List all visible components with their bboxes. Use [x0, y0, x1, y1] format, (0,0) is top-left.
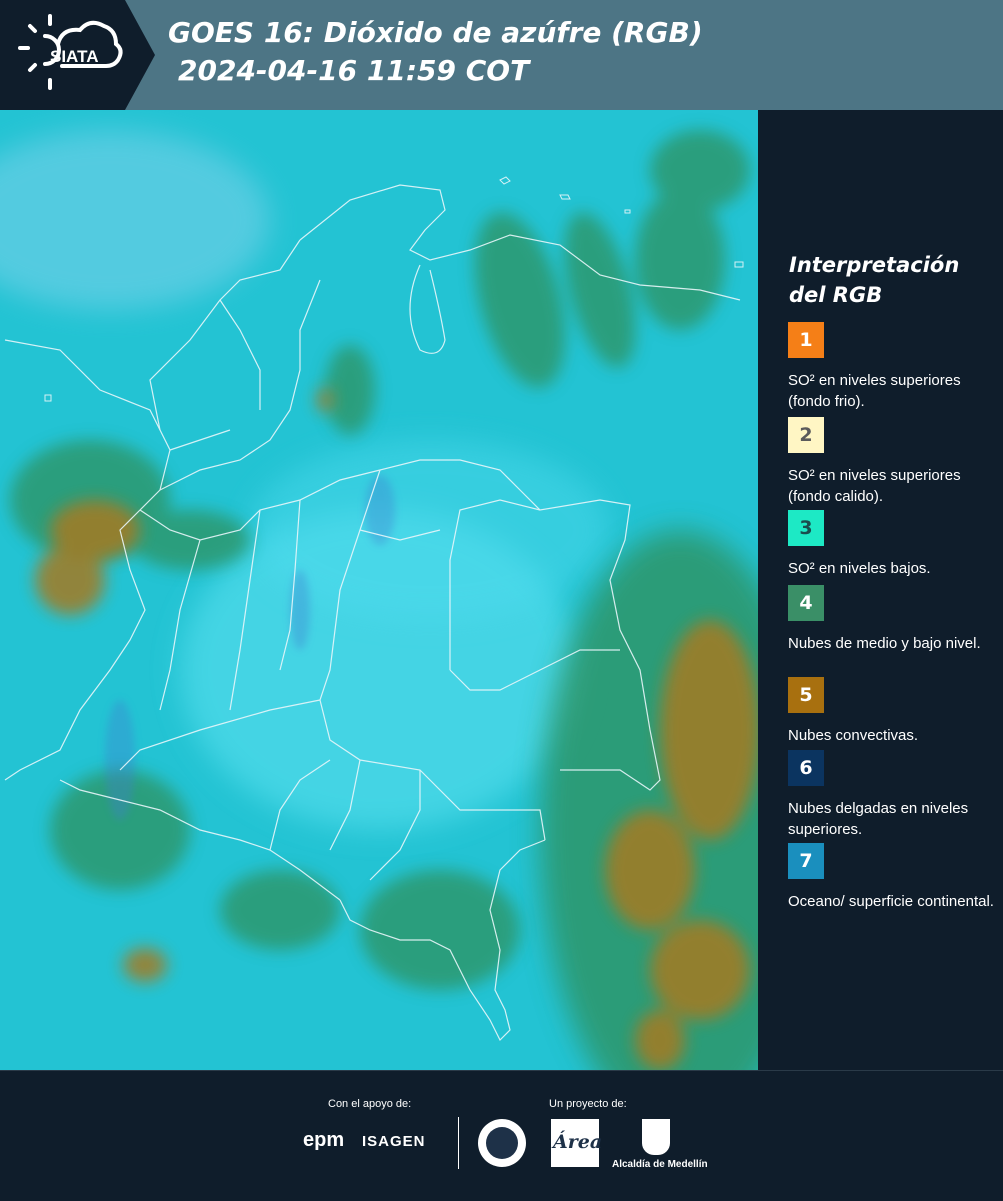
legend-swatch-5: 5: [788, 677, 824, 713]
legend-swatch-2: 2: [788, 417, 824, 453]
page-title: GOES 16: Dióxido de azúfre (RGB) 2024-04-…: [168, 14, 703, 90]
title-line-2: 2024-04-16 11:59 COT: [178, 54, 530, 87]
legend-item-5: 5 Nubes convectivas.: [788, 677, 1000, 746]
legend-label-3: SO² en niveles bajos.: [788, 560, 931, 577]
legend-swatch-6: 6: [788, 750, 824, 786]
legend-swatch-7: 7: [788, 843, 824, 879]
legend-title-line-2: del RGB: [789, 283, 883, 307]
project-label: Un proyecto de:: [549, 1098, 627, 1110]
epm-logo[interactable]: epm: [303, 1129, 344, 1152]
legend-label-2: SO² en niveles superiores (fondo calido)…: [788, 467, 961, 505]
legend-label-5: Nubes convectivas.: [788, 727, 919, 744]
legend-label-7: Oceano/ superficie continental.: [788, 893, 994, 910]
legend-title-line-1: Interpretación: [789, 253, 960, 277]
legend-swatch-4: 4: [788, 585, 824, 621]
legend-item-2: 2 SO² en niveles superiores (fondo calid…: [788, 417, 1000, 507]
area-metropolitana-text: Área: [553, 1131, 603, 1153]
satellite-image: [0, 110, 758, 1070]
legend-item-3: 3 SO² en niveles bajos.: [788, 510, 1000, 579]
legend-swatch-3: 3: [788, 510, 824, 546]
title-line-1: GOES 16: Dióxido de azúfre (RGB): [168, 16, 703, 49]
alcaldia-medellin-label[interactable]: Alcaldía de Medellín: [612, 1159, 708, 1170]
legend-item-6: 6 Nubes delgadas en niveles superiores.: [788, 750, 1000, 840]
legend-label-4: Nubes de medio y bajo nivel.: [788, 635, 981, 652]
legend-item-1: 1 SO² en niveles superiores (fondo frio)…: [788, 322, 1000, 412]
legend-item-4: 4 Nubes de medio y bajo nivel.: [788, 585, 1000, 654]
legend-panel: Interpretación del RGB 1 SO² en niveles …: [760, 110, 1003, 1070]
isagen-logo[interactable]: ISAGEN: [362, 1133, 426, 1150]
logo-text: SIATA: [50, 47, 98, 66]
footer: Con el apoyo de: Un proyecto de: epm ISA…: [0, 1070, 1003, 1201]
legend-label-6: Nubes delgadas en niveles superiores.: [788, 800, 969, 838]
satellite-map[interactable]: [0, 110, 758, 1070]
medellin-seal-logo[interactable]: [478, 1119, 526, 1167]
legend-title: Interpretación del RGB: [789, 250, 989, 310]
footer-divider: [458, 1117, 459, 1169]
legend-item-7: 7 Oceano/ superficie continental.: [788, 843, 1000, 912]
alcaldia-crest-icon: [642, 1119, 670, 1155]
legend-swatch-1: 1: [788, 322, 824, 358]
support-label: Con el apoyo de:: [328, 1098, 412, 1110]
siata-logo[interactable]: SIATA: [0, 0, 155, 110]
header: SIATA GOES 16: Dióxido de azúfre (RGB) 20…: [0, 0, 1003, 110]
legend-label-1: SO² en niveles superiores (fondo frio).: [788, 372, 961, 410]
